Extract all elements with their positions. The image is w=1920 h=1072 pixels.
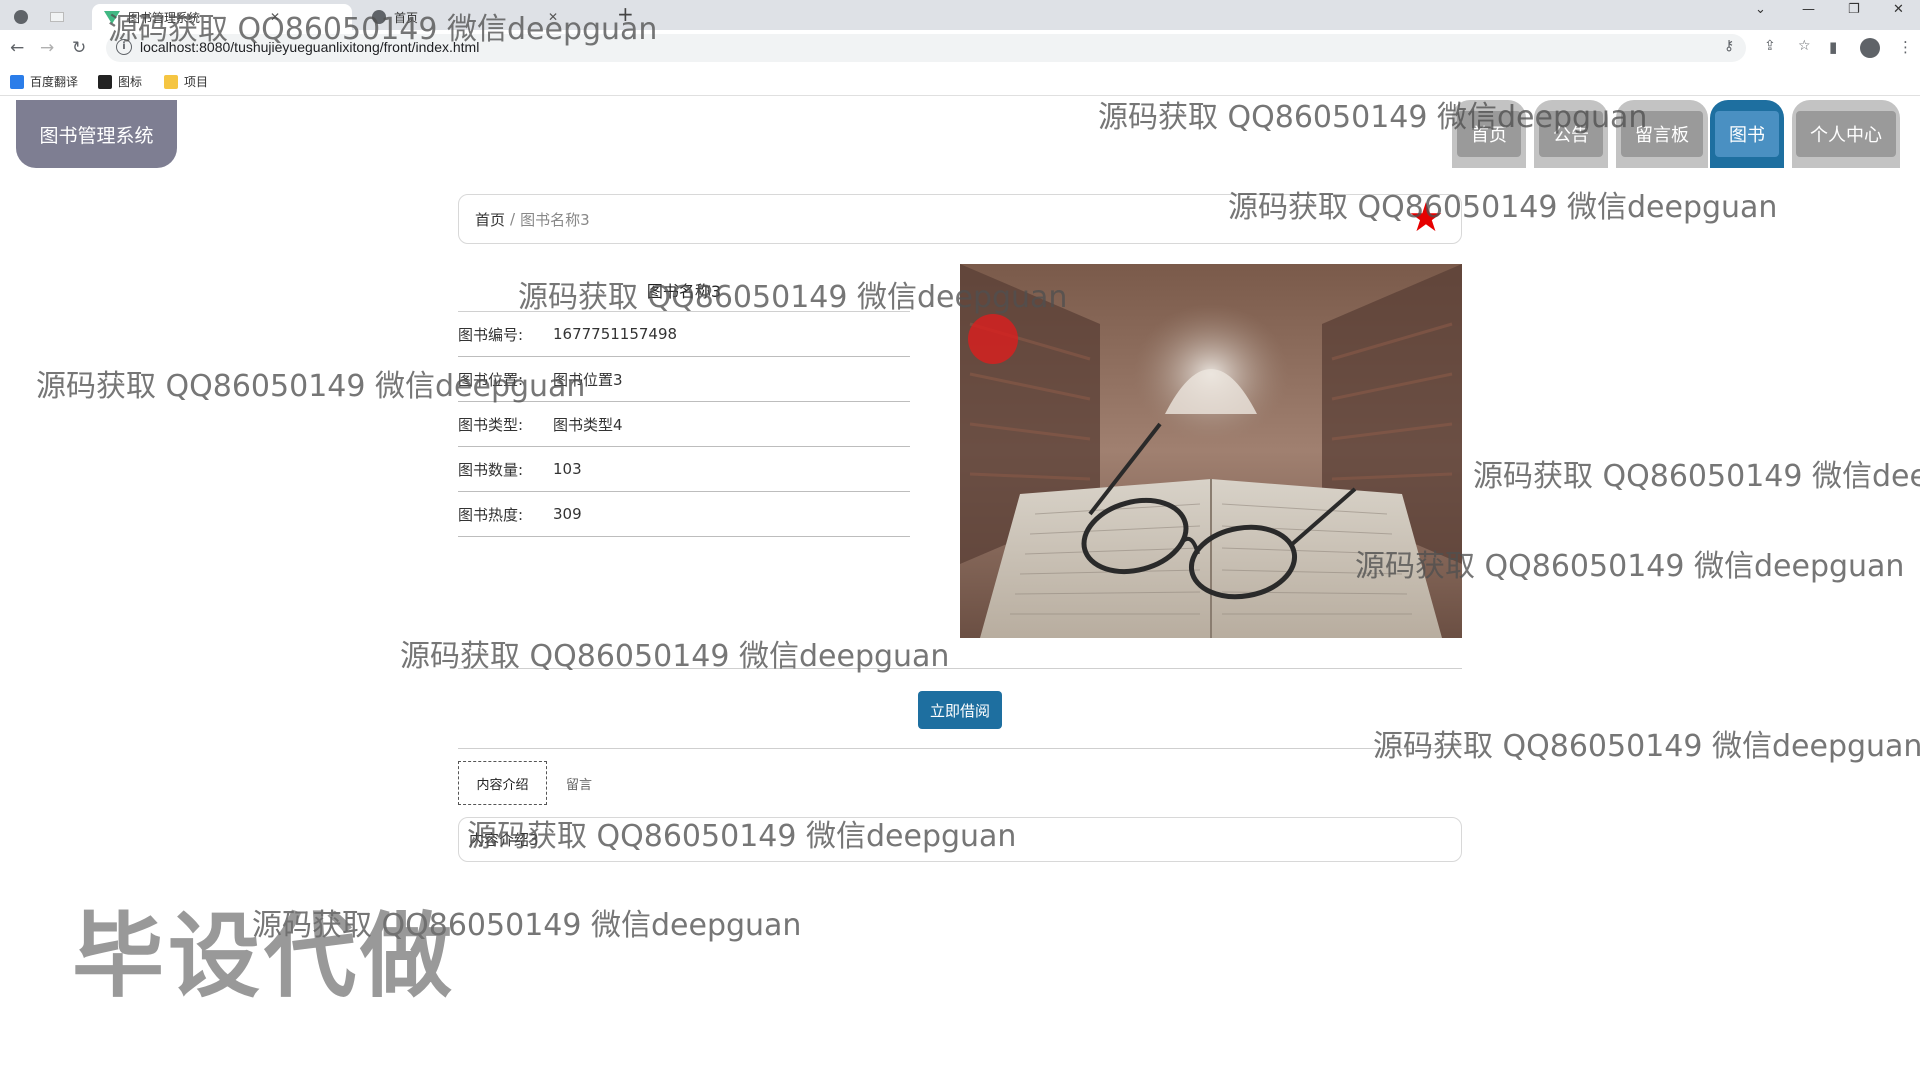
key-icon[interactable]: ⚷ [1724, 38, 1734, 54]
bookmark-item[interactable]: 项目 [164, 73, 208, 90]
browser-tab-blank[interactable] [50, 4, 64, 30]
page-icon [50, 12, 64, 22]
watermark-text: 源码获取 QQ86050149 微信deepguan [1228, 190, 1778, 225]
tab-search-icon[interactable]: ⌄ [1755, 2, 1766, 17]
minimize-icon[interactable]: — [1802, 2, 1815, 17]
field-label: 图书热度: [458, 505, 524, 524]
watermark-text: 源码获取 QQ86050149 微信deepguan [1373, 729, 1920, 764]
globe-icon [14, 10, 28, 24]
profile-avatar-icon[interactable] [1860, 38, 1880, 58]
share-icon[interactable]: ⇪ [1764, 38, 1776, 54]
watermark-text: 源码获取 QQ86050149 微信deepguan [400, 639, 950, 674]
field-value: 103 [553, 460, 582, 478]
site-logo[interactable]: 图书管理系统 [16, 100, 177, 168]
bookmark-item[interactable]: 百度翻译 [10, 73, 78, 90]
side-panel-icon[interactable]: ▮ [1829, 38, 1837, 56]
breadcrumb-current: 图书名称3 [520, 210, 590, 229]
translate-icon [10, 74, 24, 89]
watermark-text: 源码获取 QQ86050149 微信deepguan [1355, 549, 1905, 584]
restore-icon[interactable]: ❐ [1848, 2, 1860, 17]
bookmark-label: 图标 [118, 75, 143, 89]
field-value: 1677751157498 [553, 325, 678, 343]
bookmark-label: 项目 [184, 75, 209, 89]
nav-item-user-center[interactable]: 个人中心 [1792, 100, 1900, 168]
book-field-row: 图书热度: 309 [458, 492, 910, 537]
breadcrumb-separator: / [510, 210, 516, 228]
close-window-icon[interactable]: ✕ [1893, 2, 1904, 17]
cursor-highlight [968, 314, 1018, 364]
field-label: 图书编号: [458, 325, 524, 344]
breadcrumb-home[interactable]: 首页 [475, 209, 505, 230]
tab-content-intro[interactable]: 内容介绍 [458, 761, 547, 805]
bookmark-item[interactable]: 图标 [98, 73, 142, 90]
bookmark-star-icon[interactable]: ☆ [1798, 38, 1811, 54]
field-label: 图书数量: [458, 460, 524, 479]
book-field-row: 图书数量: 103 [458, 447, 910, 492]
watermark-text: 源码获取 QQ86050149 微信deepguan [518, 280, 1068, 315]
browser-tab-pinned[interactable] [14, 4, 36, 30]
book-field-row: 图书编号: 1677751157498 [458, 312, 910, 357]
divider [458, 748, 1462, 749]
watermark-text: 源码获取 QQ86050149 微信deepguan [36, 369, 586, 404]
bookmark-label: 百度翻译 [30, 75, 79, 89]
watermark-text: 源码获取 QQ86050149 微信deepguan [108, 12, 658, 47]
nav-label: 个人中心 [1796, 111, 1896, 157]
watermark-text: 源码获取 QQ86050149 微信deep [1473, 459, 1920, 494]
image-icon [98, 74, 112, 89]
watermark-text: 源码获取 QQ86050149 微信deepguan [467, 819, 1017, 854]
borrow-now-button[interactable]: 立即借阅 [918, 691, 1002, 729]
field-value: 309 [553, 505, 582, 523]
field-label: 图书类型: [458, 415, 524, 434]
forward-icon[interactable]: → [40, 38, 54, 58]
reload-icon[interactable]: ↻ [72, 38, 86, 58]
tab-comments[interactable]: 留言 [566, 761, 592, 805]
nav-label: 图书 [1715, 111, 1779, 157]
book-field-row: 图书类型: 图书类型4 [458, 402, 910, 447]
stamp-text: 毕设代做 [72, 903, 457, 1010]
watermark-text: 源码获取 QQ86050149 微信deepguan [1098, 100, 1648, 135]
folder-icon [164, 74, 178, 89]
nav-item-books[interactable]: 图书 [1710, 100, 1784, 168]
more-menu-icon[interactable]: ⋮ [1898, 38, 1913, 56]
back-icon[interactable]: ← [10, 38, 24, 58]
field-value: 图书类型4 [553, 415, 623, 434]
